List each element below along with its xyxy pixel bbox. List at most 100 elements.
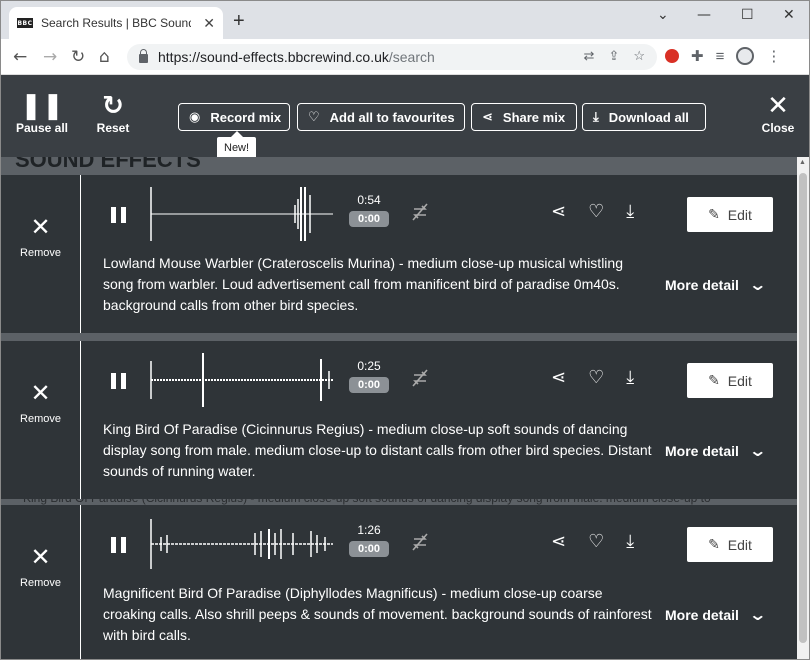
edit-label: Edit xyxy=(727,536,752,553)
pause-all-button[interactable]: ❚❚ Pause all xyxy=(13,91,71,135)
record-mix-label: Record mix xyxy=(210,109,282,125)
chevron-down-icon: ⌄ xyxy=(748,441,767,460)
scroll-up-icon[interactable]: ▲ xyxy=(799,159,806,166)
pause-icon[interactable] xyxy=(111,537,127,553)
reset-icon: ↻ xyxy=(102,91,124,121)
more-detail-button[interactable]: More detail ⌄ xyxy=(665,275,767,294)
tab-bar: BBC Search Results | BBC Sound Effects ✕… xyxy=(1,1,809,39)
browser-tab[interactable]: BBC Search Results | BBC Sound Effects ✕ xyxy=(9,7,223,39)
share-mix-button[interactable]: ⋖ Share mix xyxy=(471,103,577,131)
share-icon[interactable]: ⋖ xyxy=(551,201,566,222)
track-item: ✕ Remove 0:54 0:00 ⋖ ♡ ⤓ ✎ Edit Lowland … xyxy=(1,175,797,333)
duration-display: 0:54 0:00 xyxy=(349,193,389,227)
reload-icon[interactable]: ↻ xyxy=(71,47,85,67)
new-tooltip: New! xyxy=(217,131,257,159)
edit-button[interactable]: ✎ Edit xyxy=(687,197,773,232)
url-path: /search xyxy=(388,49,435,65)
address-bar: ← → ↻ ⌂ https://sound-effects.bbcrewind.… xyxy=(1,39,809,75)
profile-avatar-icon[interactable] xyxy=(736,47,755,65)
add-all-favourites-button[interactable]: ♡ Add all to favourites xyxy=(297,103,465,131)
pause-icon[interactable] xyxy=(111,207,127,223)
download-icon[interactable]: ⤓ xyxy=(626,531,634,552)
remove-button[interactable]: ✕ Remove xyxy=(1,505,81,659)
close-icon: ✕ xyxy=(767,91,789,121)
bbc-favicon: BBC xyxy=(17,18,33,28)
share-icon[interactable]: ⋖ xyxy=(551,531,566,552)
record-mix-button[interactable]: ◉ Record mix xyxy=(178,103,290,131)
share-page-icon[interactable]: ⇪ xyxy=(608,48,619,64)
mix-player-toolbar: ❚❚ Pause all ↻ Reset ◉ Record mix ♡ Add … xyxy=(1,75,809,159)
download-icon: ⤓ xyxy=(593,109,599,125)
remove-button[interactable]: ✕ Remove xyxy=(1,175,81,333)
extension-red-icon[interactable] xyxy=(665,49,679,63)
pause-icon[interactable] xyxy=(111,373,127,389)
url-host: https://sound-effects.bbcrewind.co.uk xyxy=(158,49,389,65)
add-favourites-label: Add all to favourites xyxy=(329,109,455,125)
download-icon[interactable]: ⤓ xyxy=(626,367,634,388)
download-all-button[interactable]: ⤓ Download all xyxy=(582,103,706,131)
heart-outline-icon[interactable]: ♡ xyxy=(588,201,604,222)
more-detail-button[interactable]: More detail ⌄ xyxy=(665,605,767,624)
more-detail-button[interactable]: More detail ⌄ xyxy=(665,441,767,460)
scrollbar-thumb[interactable] xyxy=(799,173,807,643)
edit-button[interactable]: ✎ Edit xyxy=(687,527,773,562)
loop-off-icon[interactable] xyxy=(409,531,431,553)
tab-close-icon[interactable]: ✕ xyxy=(203,15,215,32)
edit-label: Edit xyxy=(727,372,752,389)
bookmark-star-icon[interactable]: ☆ xyxy=(633,48,645,64)
more-detail-label: More detail xyxy=(665,606,739,623)
loop-off-icon[interactable] xyxy=(409,201,431,223)
close-label: Close xyxy=(761,121,795,135)
pencil-icon: ✎ xyxy=(708,536,720,552)
heart-outline-icon[interactable]: ♡ xyxy=(588,367,604,388)
maximize-icon[interactable]: ☐ xyxy=(741,7,754,23)
pause-all-label: Pause all xyxy=(15,121,69,135)
download-icon[interactable]: ⤓ xyxy=(626,201,634,222)
reading-list-icon[interactable]: ≡ xyxy=(716,48,725,65)
close-player-button[interactable]: ✕ Close xyxy=(755,91,801,135)
translate-icon[interactable]: ⇄ xyxy=(584,48,595,64)
share-icon: ⋖ xyxy=(482,109,493,125)
edit-button[interactable]: ✎ Edit xyxy=(687,363,773,398)
pause-icon: ❚❚ xyxy=(20,91,64,121)
chevron-down-icon: ⌄ xyxy=(748,275,767,294)
url-field[interactable]: https://sound-effects.bbcrewind.co.uk /s… xyxy=(127,44,657,70)
playback-position: 0:00 xyxy=(349,377,389,393)
track-duration: 0:25 xyxy=(357,359,381,373)
share-icon[interactable]: ⋖ xyxy=(551,367,566,388)
track-duration: 1:26 xyxy=(357,523,381,537)
remove-x-icon: ✕ xyxy=(30,543,51,571)
browser-menu-icon[interactable]: ⋮ xyxy=(766,47,781,65)
more-detail-label: More detail xyxy=(665,276,739,293)
heart-outline-icon: ♡ xyxy=(308,109,320,125)
home-icon[interactable]: ⌂ xyxy=(99,47,110,67)
remove-label: Remove xyxy=(20,413,61,425)
extensions-puzzle-icon[interactable]: ✚ xyxy=(691,47,704,65)
new-tab-icon[interactable]: + xyxy=(233,11,245,31)
reset-label: Reset xyxy=(96,121,130,135)
playback-position: 0:00 xyxy=(349,211,389,227)
background-page-header: SOUND EFFECTS xyxy=(1,157,797,175)
remove-x-icon: ✕ xyxy=(30,379,51,407)
heart-outline-icon[interactable]: ♡ xyxy=(588,531,604,552)
lock-icon xyxy=(139,49,148,63)
more-detail-label: More detail xyxy=(665,442,739,459)
minimize-icon[interactable]: — xyxy=(697,7,711,23)
track-description: King Bird Of Paradise (Cicinnurus Regius… xyxy=(103,421,652,479)
forward-arrow-icon[interactable]: → xyxy=(43,47,57,67)
track-item: ✕ Remove 1:26 0:00 ⋖ ♡ ⤓ ✎ Edit Magnific… xyxy=(1,505,797,659)
loop-off-icon[interactable] xyxy=(409,367,431,389)
chevron-down-icon[interactable]: ⌄ xyxy=(657,7,669,23)
duration-display: 0:25 0:00 xyxy=(349,359,389,393)
track-duration: 0:54 xyxy=(357,193,381,207)
back-arrow-icon[interactable]: ← xyxy=(13,47,27,67)
waveform[interactable] xyxy=(147,185,337,243)
track-description: Lowland Mouse Warbler (Crateroscelis Mur… xyxy=(103,255,623,313)
waveform[interactable] xyxy=(147,351,337,409)
reset-button[interactable]: ↻ Reset xyxy=(89,91,137,135)
scrollbar[interactable]: ▲ xyxy=(797,157,809,659)
remove-button[interactable]: ✕ Remove xyxy=(1,341,81,499)
window-close-icon[interactable]: ✕ xyxy=(783,7,795,23)
waveform[interactable] xyxy=(147,515,337,573)
download-all-label: Download all xyxy=(608,109,689,125)
